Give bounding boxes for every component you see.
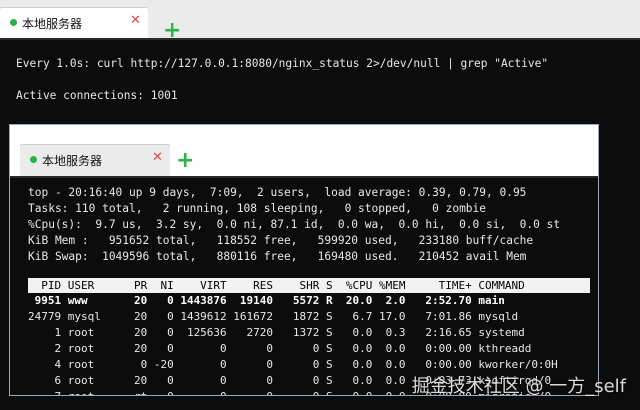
back-tab-bar: 本地服务器 ✕ + [0, 0, 640, 42]
watermark: 掘金技术社区 @ 一方_self [411, 376, 626, 397]
close-tab-icon[interactable]: ✕ [130, 13, 141, 28]
process-row: 24779 mysql 20 0 1439612 161672 1872 S 6… [28, 310, 519, 323]
top-summary-line: KiB Mem : 951652 total, 118552 free, 599… [28, 234, 534, 247]
process-row: 2 root 20 0 0 0 0 S 0.0 0.0 0:00.00 kthr… [28, 342, 532, 355]
front-terminal-window: 本地服务器 ✕ + top - 20:16:40 up 9 days, 7:09… [9, 124, 599, 396]
new-tab-icon[interactable]: + [163, 20, 181, 42]
process-row: 9951 www 20 0 1443876 19140 5572 R 20.0 … [28, 294, 505, 307]
connection-status-icon [10, 19, 17, 26]
back-tab[interactable]: 本地服务器 ✕ [0, 8, 148, 38]
connection-status-icon [30, 156, 37, 163]
tab-label: 本地服务器 [42, 154, 103, 168]
process-table-header: PID USER PR NI VIRT RES SHR S %CPU %MEM … [28, 278, 590, 293]
terminal-line: Every 1.0s: curl http://127.0.0.1:8080/n… [16, 57, 549, 70]
front-tab[interactable]: 本地服务器 ✕ [20, 145, 170, 176]
top-summary-line: top - 20:16:40 up 9 days, 7:09, 2 users,… [28, 186, 527, 199]
tab-label: 本地服务器 [22, 17, 83, 31]
terminal-line: Active connections: 1001 [16, 89, 178, 102]
top-summary-line: Tasks: 110 total, 2 running, 108 sleepin… [28, 202, 487, 215]
close-tab-icon[interactable]: ✕ [152, 150, 163, 165]
top-summary-line: KiB Swap: 1049596 total, 880116 free, 16… [28, 250, 527, 263]
new-tab-icon[interactable]: + [176, 150, 194, 172]
process-row: 1 root 20 0 125636 2720 1372 S 0.0 0.3 2… [28, 326, 525, 339]
process-row: 4 root 0 -20 0 0 0 S 0.0 0.0 0:00.00 kwo… [28, 358, 558, 371]
front-tab-bar: 本地服务器 ✕ + [10, 125, 598, 178]
top-summary-line: %Cpu(s): 9.7 us, 3.2 sy, 0.0 ni, 87.1 id… [28, 218, 561, 231]
